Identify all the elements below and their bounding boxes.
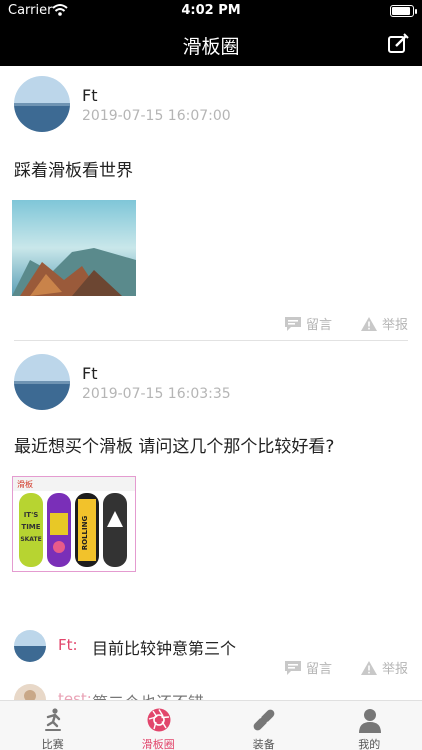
divider	[14, 340, 408, 341]
avatar[interactable]	[14, 354, 70, 410]
skater-icon	[45, 708, 61, 731]
person-icon	[358, 709, 381, 733]
comment-row[interactable]: Ft: 目前比较钟意第三个	[0, 626, 422, 666]
username[interactable]: Ft	[82, 86, 97, 105]
battery-icon	[390, 5, 417, 17]
tab-profile[interactable]: 我的	[317, 701, 422, 750]
post-text: 踩着滑板看世界	[14, 161, 133, 181]
post-text: 最近想买个滑板 请问这几个那个比较好看?	[14, 437, 335, 457]
board-text: IT'S	[24, 511, 39, 519]
warning-icon	[361, 316, 377, 331]
aperture-icon	[147, 708, 170, 732]
username[interactable]: Ft	[82, 364, 97, 383]
status-bar: Carrier 4:02 PM	[0, 0, 422, 22]
comment-text: 第二个也还不错	[92, 689, 204, 700]
tab-label: 我的	[358, 738, 381, 750]
nav-bar: 滑板圈	[0, 22, 422, 66]
post-date: 2019-07-15 16:03:35	[82, 386, 231, 402]
report-button[interactable]: 举报	[360, 314, 408, 333]
comment-icon	[285, 316, 301, 331]
avatar[interactable]	[14, 76, 70, 132]
skateboard-icon	[253, 709, 275, 731]
post-date: 2019-07-15 16:07:00	[82, 108, 231, 124]
board-text: ROLLING	[81, 516, 89, 551]
comment-author[interactable]: test:	[58, 690, 92, 700]
post-card: Ft 2019-07-15 16:07:00 踩着滑板看世界 留言 举报	[0, 66, 422, 341]
page-title: 滑板圈	[182, 36, 240, 58]
tab-bar: 比赛 滑板圈 装备 我的	[0, 700, 422, 750]
report-label: 举报	[382, 318, 409, 333]
post-image[interactable]	[12, 200, 136, 296]
comment-row[interactable]: test: 第二个也还不错	[0, 680, 422, 700]
board-text: SKATE	[20, 536, 41, 543]
board-text: TIME	[21, 523, 40, 531]
tab-gear[interactable]: 装备	[211, 701, 317, 750]
banner-text: 滑板	[17, 479, 33, 489]
post-image[interactable]: 滑板 IT'S TIME SKATE ROLLING	[12, 476, 136, 572]
battery-level	[392, 7, 410, 15]
tab-skate-circle[interactable]: 滑板圈	[106, 701, 212, 750]
comment-avatar[interactable]	[14, 684, 46, 700]
tab-label: 比赛	[41, 738, 64, 750]
comment-label: 留言	[306, 318, 333, 333]
tab-matches[interactable]: 比赛	[0, 701, 106, 750]
tab-label: 滑板圈	[141, 738, 175, 750]
tab-label: 装备	[252, 738, 275, 750]
comment-avatar[interactable]	[14, 630, 46, 662]
clock: 4:02 PM	[181, 3, 241, 18]
comment-author[interactable]: Ft:	[58, 636, 78, 654]
post-card: Ft 2019-07-15 16:03:35 最近想买个滑板 请问这几个那个比较…	[0, 344, 422, 677]
comment-button[interactable]: 留言	[284, 314, 332, 333]
feed[interactable]: Ft 2019-07-15 16:07:00 踩着滑板看世界 留言 举报 Ft …	[0, 66, 422, 700]
edit-icon[interactable]	[386, 32, 410, 56]
comment-text: 目前比较钟意第三个	[92, 639, 237, 658]
